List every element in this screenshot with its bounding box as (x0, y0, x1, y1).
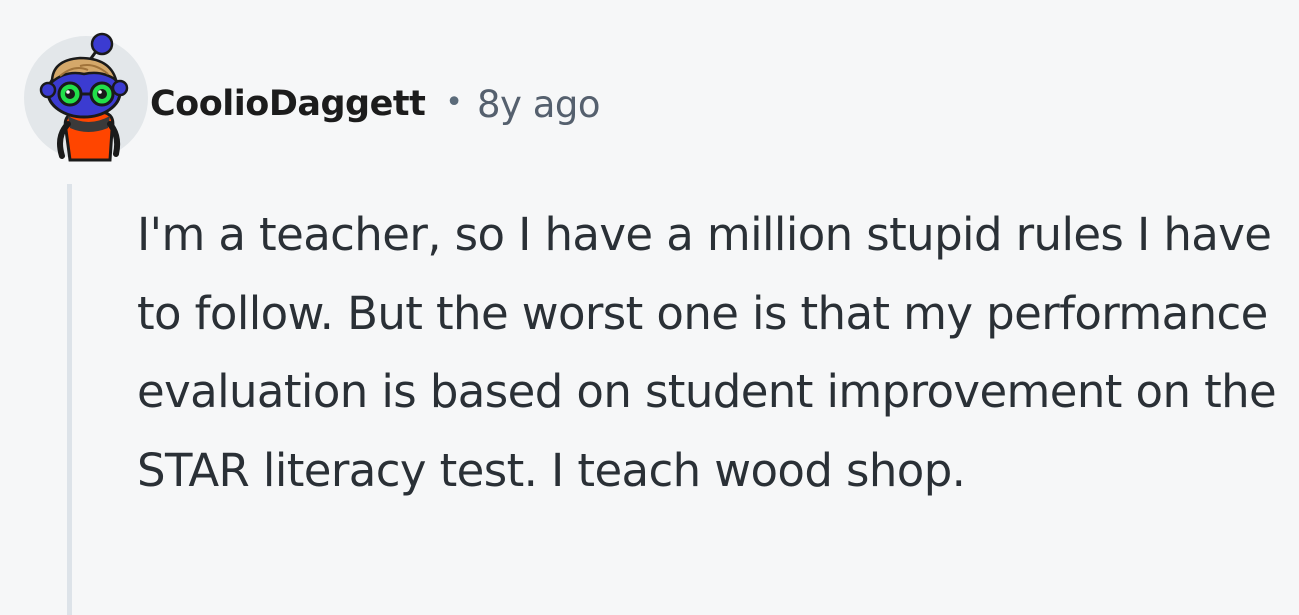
comment-timestamp[interactable]: 8y ago (477, 83, 601, 126)
meta-separator: • (445, 84, 463, 120)
thread-line[interactable] (67, 184, 72, 615)
comment: CoolioDaggett • 8y ago I'm a teacher, so… (0, 0, 1299, 615)
comment-header: CoolioDaggett • 8y ago (150, 76, 601, 132)
comment-author[interactable]: CoolioDaggett (150, 84, 426, 124)
snoo-avatar-icon (24, 32, 148, 162)
user-avatar[interactable] (22, 32, 152, 164)
comment-body: I'm a teacher, so I have a million stupi… (137, 208, 1277, 497)
